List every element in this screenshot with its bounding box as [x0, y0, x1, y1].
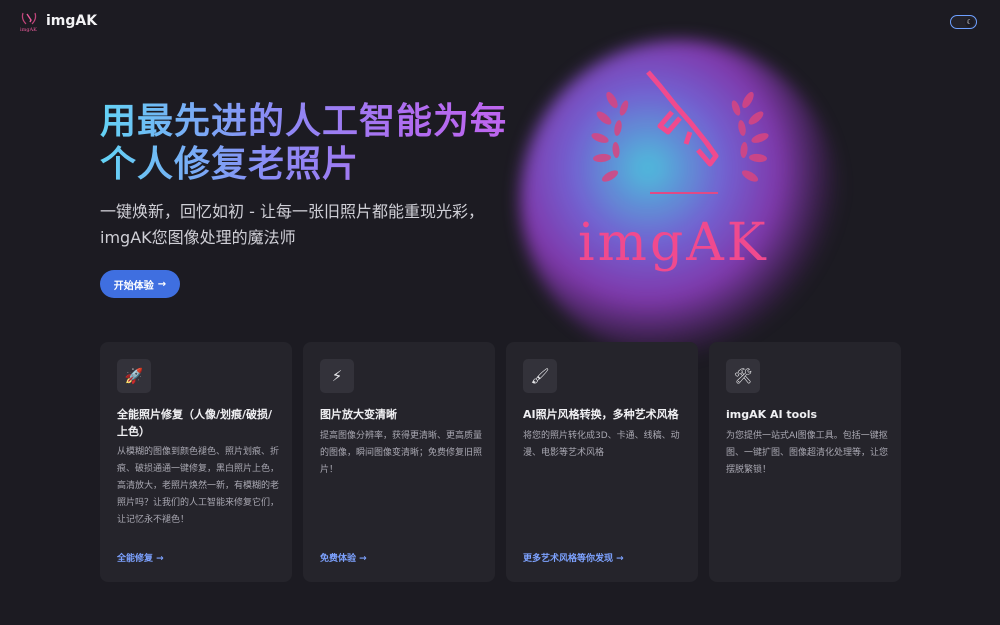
card-description: 将您的照片转化成3D、卡通、线稿、动漫、电影等艺术风格	[523, 431, 680, 458]
hero-subtitle: 一键焕新，回忆如初 - 让每一张旧照片都能重现光彩，imgAK您图像处理的魔法师	[100, 202, 484, 247]
card-link-free-trial[interactable]: 免费体验 →	[320, 551, 367, 564]
card-link-more-styles[interactable]: 更多艺术风格等你发现 →	[523, 551, 624, 564]
feature-card-tools[interactable]: 🛠 imgAK AI tools 为您提供一站式AI图像工具。包括一键抠图、一键…	[709, 342, 901, 582]
theme-toggle[interactable]: ☾	[950, 15, 977, 29]
brand-logo-mini-text: imgAK	[20, 27, 37, 33]
lightning-icon: ⚡	[320, 359, 354, 393]
card-title: AI照片风格转换，多种艺术风格	[523, 408, 679, 421]
left-laurel-icon	[591, 91, 629, 182]
top-header: imgAK imgAK ☾	[0, 0, 1000, 44]
rifle-icon	[646, 70, 719, 167]
start-experience-button[interactable]: 开始体验 →	[100, 270, 180, 298]
card-description: 从模糊的图像到颜色褪色、照片划痕、折痕、破损通通一键修复，黑白照片上色，高清放大…	[117, 447, 280, 525]
arrow-right-icon: →	[157, 278, 167, 290]
card-title: imgAK AI tools	[726, 408, 818, 421]
hero-title: 用最先进的人工智能为每个人修复老照片	[100, 100, 520, 186]
card-description: 为您提供一站式AI图像工具。包括一键抠图、一键扩图、图像超清化处理等，让您摆脱繁…	[726, 431, 889, 475]
feature-card-restore[interactable]: 🚀 全能照片修复（人像/划痕/破损/上色） 从模糊的图像到颜色褪色、照片划痕、折…	[100, 342, 292, 582]
card-title: 全能照片修复（人像/划痕/破损/上色）	[117, 408, 273, 438]
right-laurel-icon	[731, 91, 769, 182]
feature-card-style[interactable]: 🖌 AI照片风格转换，多种艺术风格 将您的照片转化成3D、卡通、线稿、动漫、电影…	[506, 342, 698, 582]
brand-name: imgAK	[46, 13, 98, 29]
paintbrush-icon: 🖌	[523, 359, 557, 393]
card-title: 图片放大变清晰	[320, 408, 397, 421]
brand-logo-link[interactable]: imgAK imgAK	[20, 11, 98, 33]
cta-label: 开始体验	[113, 280, 154, 292]
brand-logo-icon: imgAK	[20, 11, 38, 33]
moon-icon: ☾	[965, 17, 974, 27]
rocket-icon: 🚀	[117, 359, 151, 393]
tools-icon: 🛠	[726, 359, 760, 393]
hero-logo-text: imgAK	[578, 213, 769, 273]
card-description: 提高图像分辨率，获得更清晰、更高质量的图像，瞬间图像变清晰；免费修复旧照片！	[320, 431, 483, 475]
feature-card-upscale[interactable]: ⚡ 图片放大变清晰 提高图像分辨率，获得更清晰、更高质量的图像，瞬间图像变清晰；…	[303, 342, 495, 582]
card-link-restore[interactable]: 全能修复 →	[117, 551, 164, 564]
